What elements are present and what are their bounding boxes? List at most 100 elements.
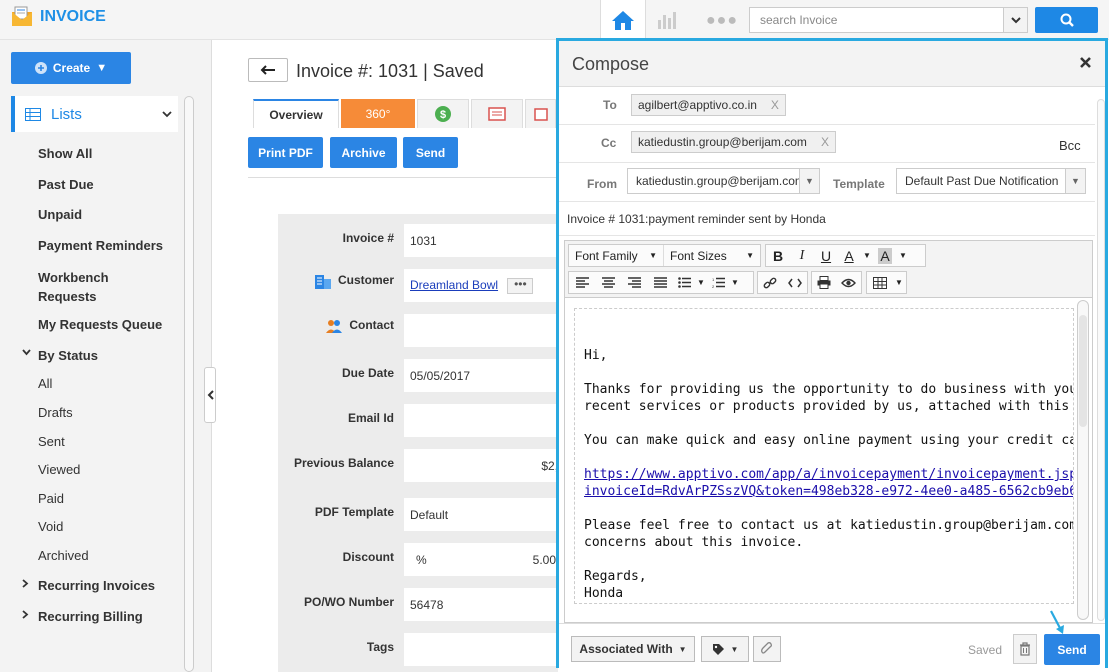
font-family-select[interactable]: Font Family ▼ (569, 245, 664, 266)
archive-button[interactable]: Archive (330, 137, 397, 168)
email-id-field[interactable] (404, 404, 558, 437)
link-icon[interactable] (758, 272, 783, 293)
sidebar-item-my-requests-queue[interactable]: My Requests Queue (38, 317, 162, 332)
search-button[interactable] (1035, 7, 1098, 33)
associated-with-button[interactable]: Associated With ▼ (571, 636, 695, 662)
print-pdf-button[interactable]: Print PDF (248, 137, 323, 168)
attach-button[interactable] (753, 636, 781, 662)
home-button[interactable] (600, 0, 646, 40)
bullet-list-icon[interactable] (673, 272, 695, 293)
more-options-button[interactable]: ••• (507, 278, 534, 294)
italic-button[interactable]: I (790, 245, 814, 266)
sidebar-item-void[interactable]: Void (38, 519, 63, 534)
create-label: Create (52, 61, 91, 75)
send-button[interactable]: Send (403, 137, 458, 168)
bold-button[interactable]: B (766, 245, 790, 266)
subject-row[interactable]: Invoice # 1031:payment reminder sent by … (559, 202, 1095, 236)
payment-link[interactable]: invoiceId=RdvArPZSszVQ&token=498eb328-e9… (584, 484, 1073, 499)
page-title: Invoice #: 1031 | Saved (296, 61, 484, 81)
chevron-right-icon[interactable] (22, 579, 29, 588)
email-body-content[interactable]: Hi, Thanks for providing us the opportun… (574, 308, 1074, 604)
underline-button[interactable]: U (814, 245, 838, 266)
pdf-template-field[interactable]: Default (404, 498, 558, 531)
sidebar-item-archived[interactable]: Archived (38, 548, 89, 563)
sidebar-scrollbar[interactable] (184, 96, 194, 672)
caret-down-icon[interactable]: ▼ (695, 272, 707, 293)
sidebar-item-paid[interactable]: Paid (38, 491, 64, 506)
bcc-link[interactable]: Bcc (1059, 138, 1081, 153)
numbered-list-icon[interactable]: 12 (707, 272, 729, 293)
collapse-sidebar-button[interactable] (204, 367, 216, 423)
search-dropdown-button[interactable] (1004, 7, 1028, 33)
editor-scrollbar[interactable] (1077, 300, 1089, 620)
lists-tab[interactable]: Lists (11, 96, 178, 132)
delete-button[interactable] (1013, 634, 1037, 664)
chevron-right-icon[interactable] (22, 610, 29, 619)
invoice-number-field[interactable]: 1031 (404, 224, 558, 257)
caret-down-icon[interactable]: ▼ (860, 245, 874, 266)
sidebar-item-viewed[interactable]: Viewed (38, 462, 80, 477)
sidebar-item-all[interactable]: All (38, 376, 52, 391)
to-recipient-chip[interactable]: agilbert@apptivo.co.in X (631, 94, 786, 116)
po-number-field[interactable]: 56478 (404, 588, 558, 621)
app-logo[interactable]: INVOICE (10, 6, 106, 28)
due-date-field[interactable]: 05/05/2017 (404, 359, 558, 392)
code-icon[interactable] (783, 272, 808, 293)
align-left-icon[interactable] (569, 272, 595, 293)
sidebar-item-unpaid[interactable]: Unpaid (38, 207, 82, 222)
contact-field[interactable] (404, 314, 558, 347)
sidebar-item-drafts[interactable]: Drafts (38, 405, 73, 420)
align-center-icon[interactable] (595, 272, 621, 293)
sidebar-item-sent[interactable]: Sent (38, 434, 65, 449)
close-icon[interactable] (1079, 56, 1092, 69)
caret-down-icon[interactable]: ▼ (896, 245, 910, 266)
tab-notes[interactable] (471, 99, 523, 128)
preview-eye-icon[interactable] (837, 272, 862, 293)
sidebar-item-recurring-invoices[interactable]: Recurring Invoices (38, 578, 155, 593)
caret-down-icon: ▼ (730, 644, 739, 654)
discount-field[interactable]: % 5.00 (404, 543, 558, 576)
table-icon[interactable] (867, 272, 893, 293)
font-sizes-select[interactable]: Font Sizes ▼ (664, 245, 760, 266)
subject-field[interactable]: Invoice # 1031:payment reminder sent by … (567, 212, 826, 226)
sidebar-item-show-all[interactable]: Show All (38, 146, 92, 161)
customer-link[interactable]: Dreamland Bowl (410, 278, 498, 292)
format-group: B I U A ▼ A ▼ (765, 244, 926, 267)
create-button[interactable]: Create ▼ (11, 52, 131, 84)
cc-recipient-chip[interactable]: katiedustin.group@berijam.com X (631, 131, 836, 153)
bar-chart-icon[interactable] (656, 10, 678, 30)
payment-link[interactable]: https://www.apptivo.com/app/a/invoicepay… (584, 467, 1073, 482)
compose-send-button[interactable]: Send (1044, 634, 1100, 665)
back-button[interactable] (248, 58, 288, 82)
template-select[interactable]: Default Past Due Notification ▼ (896, 168, 1086, 194)
sidebar-item-payment-reminders[interactable]: Payment Reminders (38, 238, 163, 253)
chevron-down-icon[interactable] (22, 349, 31, 356)
background-color-button[interactable]: A (874, 245, 896, 266)
sidebar-item-past-due[interactable]: Past Due (38, 177, 94, 192)
tab-calendar[interactable] (525, 99, 556, 128)
caret-down-icon[interactable]: ▼ (729, 272, 741, 293)
tab-payments[interactable]: $ (417, 99, 469, 128)
remove-icon[interactable]: X (821, 135, 829, 149)
search-input[interactable]: search Invoice (749, 7, 1004, 33)
scrollbar-thumb[interactable] (1079, 315, 1087, 427)
remove-icon[interactable]: X (771, 98, 779, 112)
tab-overview[interactable]: Overview (253, 99, 339, 128)
compose-scrollbar[interactable] (1097, 99, 1105, 621)
tag-button[interactable]: ▼ (701, 636, 749, 662)
caret-down-icon[interactable]: ▼ (893, 272, 905, 293)
previous-balance-field[interactable]: $2, (404, 449, 558, 482)
print-icon[interactable] (812, 272, 837, 293)
font-color-button[interactable]: A (838, 245, 860, 266)
email-body-editor[interactable]: Hi, Thanks for providing us the opportun… (564, 297, 1093, 623)
tags-field[interactable] (404, 633, 558, 666)
more-dots-icon[interactable]: ●●● (706, 12, 738, 30)
sidebar-item-workbench-requests[interactable]: Workbench Requests (38, 268, 148, 306)
tab-360[interactable]: 360° (341, 99, 415, 128)
from-select[interactable]: katiedustin.group@berijam.com ▼ (627, 168, 820, 194)
align-right-icon[interactable] (621, 272, 647, 293)
customer-field[interactable]: Dreamland Bowl ••• (404, 269, 558, 302)
align-justify-icon[interactable] (647, 272, 673, 293)
sidebar-item-by-status[interactable]: By Status (38, 348, 98, 363)
sidebar-item-recurring-billing[interactable]: Recurring Billing (38, 609, 143, 624)
